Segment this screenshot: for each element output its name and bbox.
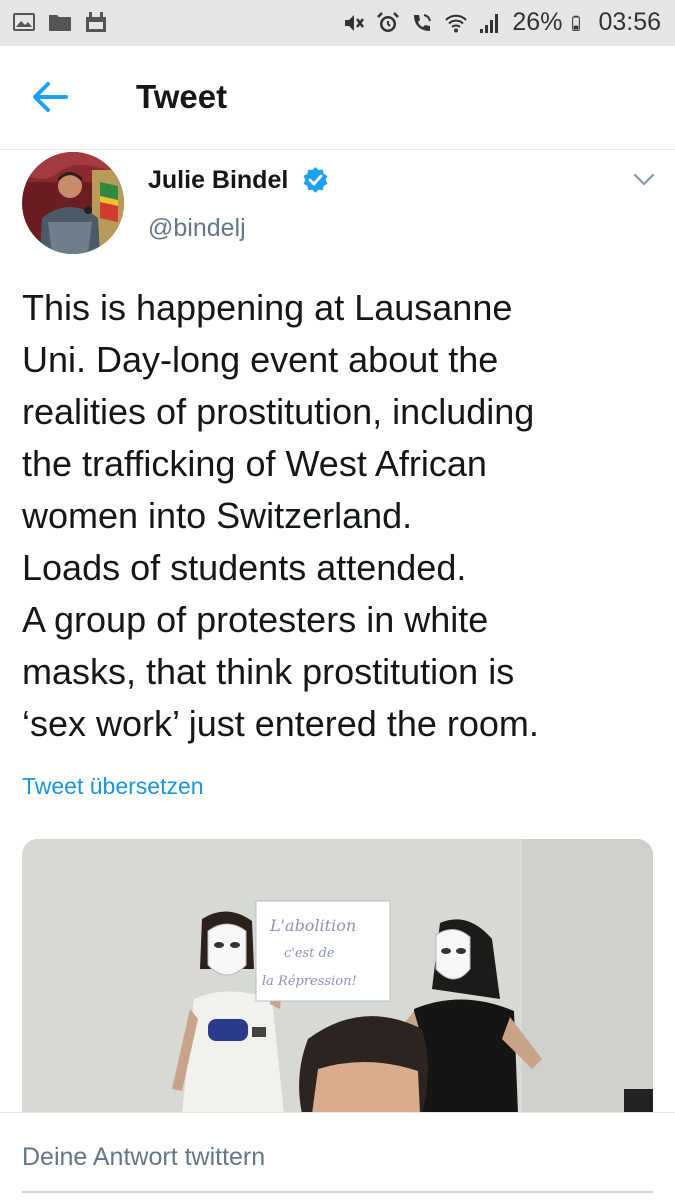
verified-badge-icon: [303, 167, 328, 193]
reply-bar: [0, 1112, 675, 1200]
sign-line-2: c'est de: [284, 946, 335, 961]
tweet-line: This is happening at Lausanne: [22, 287, 513, 328]
battery-icon: [572, 15, 581, 31]
tweet-media-photo[interactable]: L'abolition c'est de la Répression!: [22, 839, 653, 1114]
chevron-down-icon[interactable]: [632, 172, 656, 188]
status-bar-right: 26% 03:56: [342, 8, 661, 37]
image-icon: [13, 13, 35, 31]
battery-percent: 26%: [512, 8, 563, 36]
protest-photo: L'abolition c'est de la Répression!: [22, 839, 653, 1114]
translate-tweet-link[interactable]: Tweet übersetzen: [22, 773, 204, 800]
signal-icon: [480, 13, 499, 33]
tweet-line: the trafficking of West African: [22, 443, 487, 484]
tweet-line: realities of prostitution, including: [22, 391, 535, 432]
wifi-call-icon: [414, 13, 432, 31]
alarm-icon: [377, 11, 400, 32]
page-title: Tweet: [136, 78, 228, 115]
calendar-icon: [86, 12, 106, 32]
clock: 03:56: [598, 8, 661, 36]
status-bar: 26% 03:56: [0, 0, 675, 46]
avatar-photo: [22, 152, 124, 254]
reply-input[interactable]: [22, 1133, 653, 1193]
author-handle[interactable]: @bindelj: [148, 214, 246, 243]
sign-line-1: L'abolition: [269, 916, 356, 935]
status-bar-left: [12, 10, 108, 34]
tweet-line: ‘sex work’ just entered the room.: [22, 703, 539, 744]
folder-icon: [49, 15, 71, 31]
app-header: Tweet: [0, 46, 675, 150]
tweet-line: A group of protesters in white: [22, 599, 489, 640]
avatar[interactable]: [22, 152, 124, 254]
tweet-line: masks, that think prostitution is: [22, 651, 515, 692]
tweet-text: This is happening at Lausanne Uni. Day-l…: [22, 282, 652, 750]
tweet-line: women into Switzerland.: [22, 495, 413, 536]
back-arrow-icon[interactable]: [30, 80, 70, 114]
wifi-icon: [445, 14, 468, 32]
tweet-line: Loads of students attended.: [22, 547, 467, 588]
tweet-line: Uni. Day-long event about the: [22, 339, 499, 380]
mute-icon: [345, 14, 365, 31]
sign-line-3: la Répression!: [262, 974, 357, 989]
author-name[interactable]: Julie Bindel: [148, 166, 288, 195]
